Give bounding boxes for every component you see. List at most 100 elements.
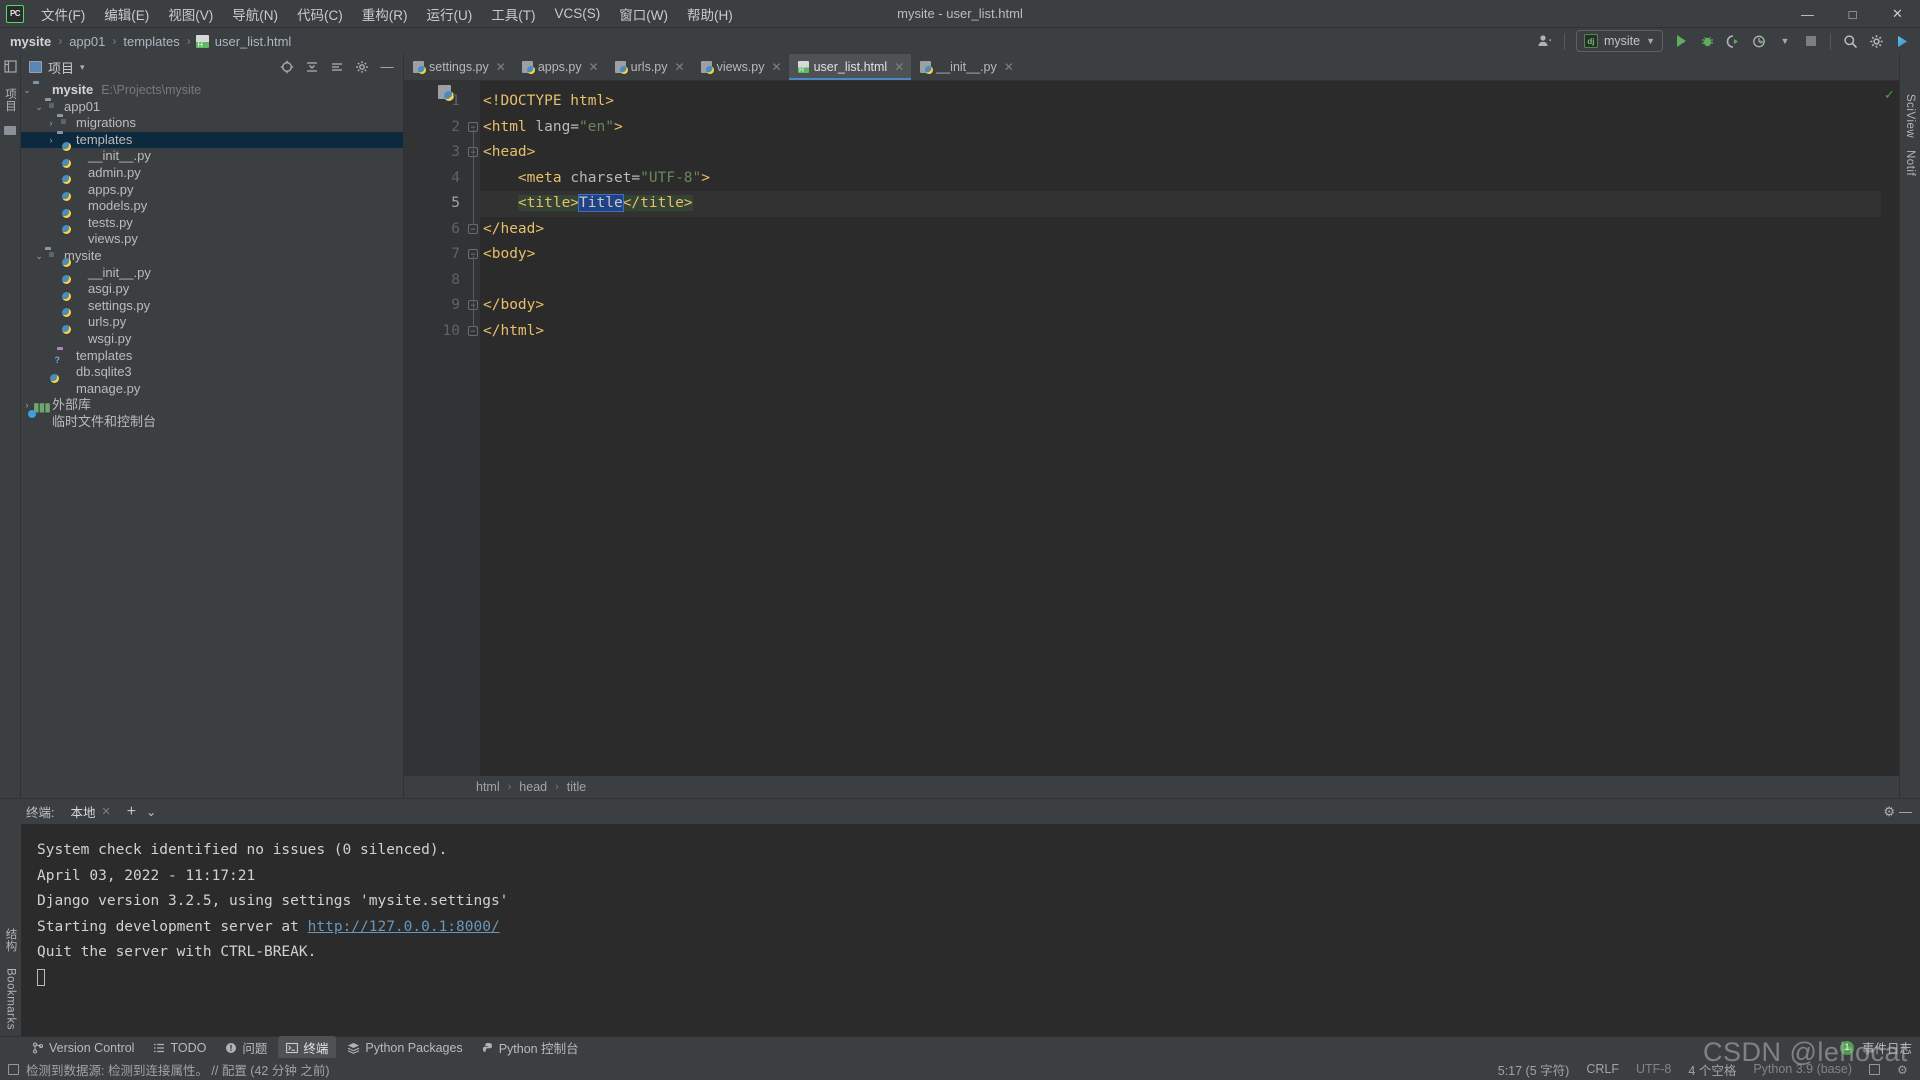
notification-icon[interactable] [8,1063,19,1075]
bookmarks-strip-label[interactable]: Bookmarks [5,968,17,1030]
menu-window[interactable]: 窗口(W) [610,0,677,28]
editor-tab-apps-py[interactable]: apps.py ✕ [513,54,606,80]
terminal-caret-line[interactable] [37,966,1920,992]
expand-arrow-icon[interactable]: › [45,132,57,149]
gear-icon[interactable] [1864,30,1888,52]
run-button[interactable] [1669,30,1693,52]
code-folding-column[interactable]: −−−−−− [466,81,480,776]
editor-tab-bar[interactable]: settings.py✕apps.py✕urls.py✕views.py✕use… [404,54,1899,81]
terminal-link[interactable]: http://127.0.0.1:8000/ [308,919,500,935]
toolwindow-python-console[interactable]: Python 控制台 [474,1036,587,1059]
line-number[interactable]: 4 [404,166,466,192]
profile-button[interactable] [1747,30,1771,52]
tree-item-templates[interactable]: › templates [21,131,403,149]
menu-refactor[interactable]: 重构(R) [353,0,417,28]
menu-vcs[interactable]: VCS(S) [546,2,610,25]
code-line[interactable]: <!DOCTYPE html> [480,89,1881,115]
run-configuration-selector[interactable]: dj mysite ▼ [1575,30,1663,52]
editor-tab-urls-py[interactable]: urls.py ✕ [606,54,692,80]
code-content[interactable]: <!DOCTYPE html> <html lang="en"> <head> <m… [480,81,1881,776]
menu-help[interactable]: 帮助(H) [678,0,742,28]
updates-icon[interactable] [1890,30,1914,52]
close-icon[interactable]: ✕ [496,60,506,74]
code-line[interactable]: <head> [480,140,1881,166]
project-tree[interactable]: ⌄ mysite E:\Projects\mysite ⌄ app01 › migratio… [21,80,403,798]
user-account-icon[interactable] [1533,30,1557,52]
fold-toggle-icon[interactable]: − [468,223,478,234]
panel-settings-icon[interactable] [350,56,374,78]
editor-tab-settings-py[interactable]: settings.py ✕ [404,54,513,80]
menu-view[interactable]: 视图(V) [159,0,222,28]
file-encoding[interactable]: UTF-8 [1636,1062,1671,1076]
code-line[interactable]: <title>Title</title> [480,191,1881,217]
chevron-down-icon[interactable]: ▾ [80,62,85,73]
close-icon[interactable]: ✕ [675,60,685,74]
structure-crumb-title[interactable]: title [567,780,586,794]
tree-item-settings-py[interactable]: settings.py [21,298,403,315]
debug-button[interactable] [1695,30,1719,52]
tree-item-templates[interactable]: templates [21,348,403,365]
stop-button[interactable] [1799,30,1823,52]
line-number[interactable]: 2 [404,115,466,141]
code-line[interactable]: </body> [480,293,1881,319]
menu-run[interactable]: 运行(U) [418,0,482,28]
code-line[interactable]: <body> [480,242,1881,268]
profile-dropdown-icon[interactable]: ▼ [1773,30,1797,52]
hide-panel-icon[interactable]: — [375,56,399,78]
editor-tab-user_list-html[interactable]: user_list.html ✕ [788,54,912,80]
editor-tab-__init__-py[interactable]: __init__.py ✕ [911,54,1021,80]
tree-item-urls-py[interactable]: urls.py [21,314,403,331]
line-separator[interactable]: CRLF [1586,1062,1619,1076]
tree-item-asgi-py[interactable]: asgi.py [21,281,403,298]
tree-item--[interactable]: › ▮▮▮ 外部库 [21,397,403,414]
breadcrumb-mysite[interactable]: mysite [8,34,53,49]
tree-item-manage-py[interactable]: manage.py [21,381,403,398]
tree-item--[interactable]: 临时文件和控制台 [21,414,403,431]
close-icon[interactable]: ✕ [772,60,782,74]
menu-file[interactable]: 文件(F) [32,0,94,28]
line-number[interactable]: 7 [404,242,466,268]
toolwindow-problems[interactable]: 问题 [217,1036,275,1059]
terminal-tab-local[interactable]: 本地 ✕ [64,800,116,827]
left-strip-label-project[interactable]: 项目 [2,88,18,112]
code-line[interactable] [480,268,1881,294]
editor-gutter[interactable]: 1 2 3 4 5 6 7 8 9 10 [404,81,466,776]
code-line[interactable]: <html lang="en"> [480,115,1881,141]
structure-strip-label[interactable]: 结构 [3,928,19,952]
menu-edit[interactable]: 编辑(E) [95,0,158,28]
gear-icon[interactable]: ⚙ [1897,1063,1910,1077]
hide-panel-icon[interactable]: — [1899,805,1912,818]
tree-item-app01[interactable]: ⌄ app01 [21,99,403,116]
menu-tools[interactable]: 工具(T) [482,0,544,28]
breadcrumb-app01[interactable]: app01 [67,34,107,49]
tree-item-tests-py[interactable]: tests.py [21,215,403,232]
code-line[interactable]: </head> [480,217,1881,243]
tree-item-views-py[interactable]: views.py [21,231,403,248]
tree-item-wsgi-py[interactable]: wsgi.py [21,331,403,348]
line-number[interactable]: 6 [404,217,466,243]
event-log-label[interactable]: 事件日志 [1862,1038,1912,1057]
close-icon[interactable]: ✕ [102,805,111,818]
new-terminal-icon[interactable]: + [127,803,136,819]
selected-text[interactable]: Title [578,194,624,212]
select-opened-file-icon[interactable] [275,56,299,78]
tree-item-migrations[interactable]: › migrations [21,115,403,132]
tree-item-mysite[interactable]: ⌄ mysite [21,248,403,265]
indent-setting[interactable]: 4 个空格 [1688,1060,1736,1079]
toolwindow-python-packages[interactable]: Python Packages [339,1039,470,1057]
chevron-down-icon[interactable]: ⌄ [146,805,156,819]
expand-icon[interactable] [325,56,349,78]
right-strip-label-sciview[interactable]: SciView [1904,94,1916,138]
tree-item-__init__-py[interactable]: __init__.py [21,265,403,282]
maximize-button[interactable]: □ [1830,0,1875,28]
close-icon[interactable]: ✕ [589,60,599,74]
menu-navigate[interactable]: 导航(N) [223,0,287,28]
close-icon[interactable]: ✕ [894,60,904,74]
line-number[interactable]: 10 [404,319,466,345]
git-branch-icon[interactable] [1869,1063,1880,1075]
expand-arrow-icon[interactable]: ⌄ [33,248,45,265]
tree-item-admin-py[interactable]: admin.py [21,165,403,182]
favorites-folder-icon[interactable] [4,124,16,138]
code-line[interactable]: </html> [480,319,1881,345]
python-interpreter[interactable]: Python 3.9 (base) [1753,1062,1852,1076]
